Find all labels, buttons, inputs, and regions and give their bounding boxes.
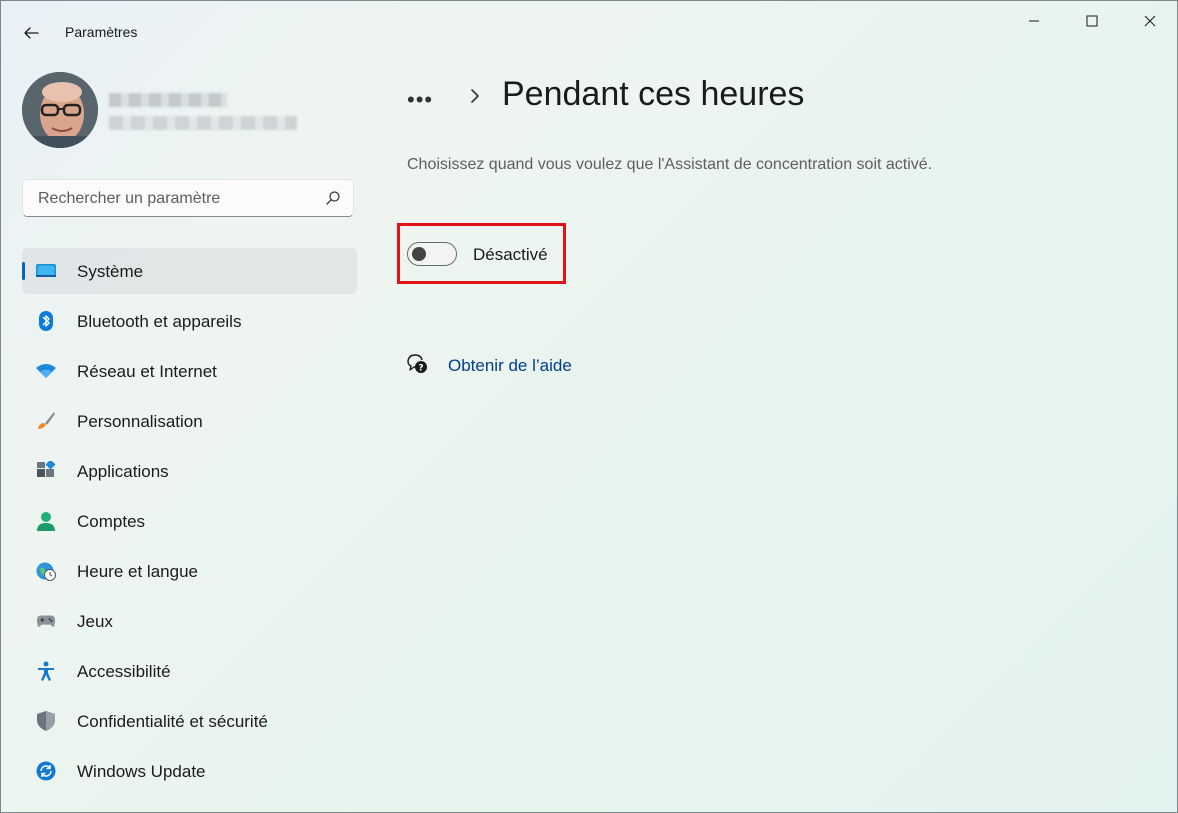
sidebar-item-label: Jeux bbox=[77, 612, 113, 631]
sidebar-item-label: Personnalisation bbox=[77, 412, 203, 431]
sidebar-item-heure-langue[interactable]: Heure et langue bbox=[22, 548, 357, 594]
close-icon bbox=[1144, 15, 1156, 27]
title-bar: Paramètres bbox=[1, 1, 1177, 63]
sidebar-item-label: Applications bbox=[77, 462, 169, 481]
chevron-right-icon bbox=[471, 89, 479, 103]
globe-clock-icon bbox=[36, 561, 56, 581]
sidebar-item-accessibilite[interactable]: Accessibilité bbox=[22, 648, 357, 694]
sidebar-item-label: Bluetooth et appareils bbox=[77, 312, 242, 331]
minimize-button[interactable] bbox=[1005, 1, 1063, 41]
sidebar-item-label: Réseau et Internet bbox=[77, 362, 217, 381]
sidebar-item-systeme[interactable]: Système bbox=[22, 248, 357, 294]
sidebar-item-confidentialite[interactable]: Confidentialité et sécurité bbox=[22, 698, 357, 744]
toggle-knob bbox=[412, 247, 426, 261]
sidebar-item-label: Heure et langue bbox=[77, 562, 198, 581]
page-description: Choisissez quand vous voulez que l'Assis… bbox=[407, 156, 933, 173]
sidebar-item-applications[interactable]: Applications bbox=[22, 448, 357, 494]
sidebar-item-comptes[interactable]: Comptes bbox=[22, 498, 357, 544]
profile-name-redacted bbox=[109, 93, 227, 107]
apps-icon bbox=[36, 461, 56, 481]
focus-assist-toggle[interactable] bbox=[407, 242, 457, 266]
gamepad-icon bbox=[36, 611, 56, 631]
paintbrush-icon bbox=[36, 411, 56, 431]
search-box[interactable] bbox=[22, 179, 354, 217]
bluetooth-icon bbox=[36, 311, 56, 331]
sidebar-item-label: Confidentialité et sécurité bbox=[77, 712, 268, 731]
selection-indicator bbox=[22, 262, 25, 280]
sidebar-item-reseau[interactable]: Réseau et Internet bbox=[22, 348, 357, 394]
search-icon[interactable] bbox=[325, 190, 341, 206]
shield-icon bbox=[36, 711, 56, 731]
get-help-link[interactable]: Obtenir de l’aide bbox=[448, 356, 572, 376]
maximize-icon bbox=[1086, 15, 1098, 27]
sidebar-item-label: Système bbox=[77, 262, 144, 281]
sidebar-item-label: Windows Update bbox=[77, 762, 206, 781]
page-title: Pendant ces heures bbox=[502, 75, 805, 113]
avatar[interactable] bbox=[22, 72, 98, 148]
accessibility-icon bbox=[36, 661, 56, 681]
search-input[interactable] bbox=[36, 188, 320, 210]
app-title: Paramètres bbox=[65, 24, 138, 40]
settings-window: Paramètres Rechercher un paramètre Systè… bbox=[0, 0, 1178, 813]
update-icon bbox=[36, 761, 56, 781]
toggle-state-label: Désactivé bbox=[473, 245, 548, 264]
profile-email-redacted bbox=[109, 116, 297, 130]
maximize-button[interactable] bbox=[1063, 1, 1121, 41]
wifi-icon bbox=[36, 361, 56, 381]
system-display-icon bbox=[36, 261, 56, 281]
sidebar-nav: Système Bluetooth et appareils Réseau et… bbox=[22, 248, 357, 798]
sidebar-item-label: Comptes bbox=[77, 512, 146, 531]
user-photo-icon bbox=[22, 72, 98, 148]
minimize-icon bbox=[1029, 20, 1039, 22]
sidebar-item-personnalisation[interactable]: Personnalisation bbox=[22, 398, 357, 444]
breadcrumb-more-button[interactable]: ••• bbox=[407, 87, 433, 113]
help-chat-icon: ? bbox=[407, 354, 427, 374]
back-button[interactable] bbox=[13, 15, 49, 51]
sidebar-item-jeux[interactable]: Jeux bbox=[22, 598, 357, 644]
person-icon bbox=[36, 511, 56, 531]
sidebar-item-windows-update[interactable]: Windows Update bbox=[22, 748, 357, 794]
close-button[interactable] bbox=[1121, 1, 1177, 41]
svg-text:?: ? bbox=[418, 364, 423, 374]
back-arrow-icon bbox=[24, 27, 39, 39]
sidebar-item-bluetooth[interactable]: Bluetooth et appareils bbox=[22, 298, 357, 344]
sidebar-item-label: Accessibilité bbox=[77, 662, 171, 681]
